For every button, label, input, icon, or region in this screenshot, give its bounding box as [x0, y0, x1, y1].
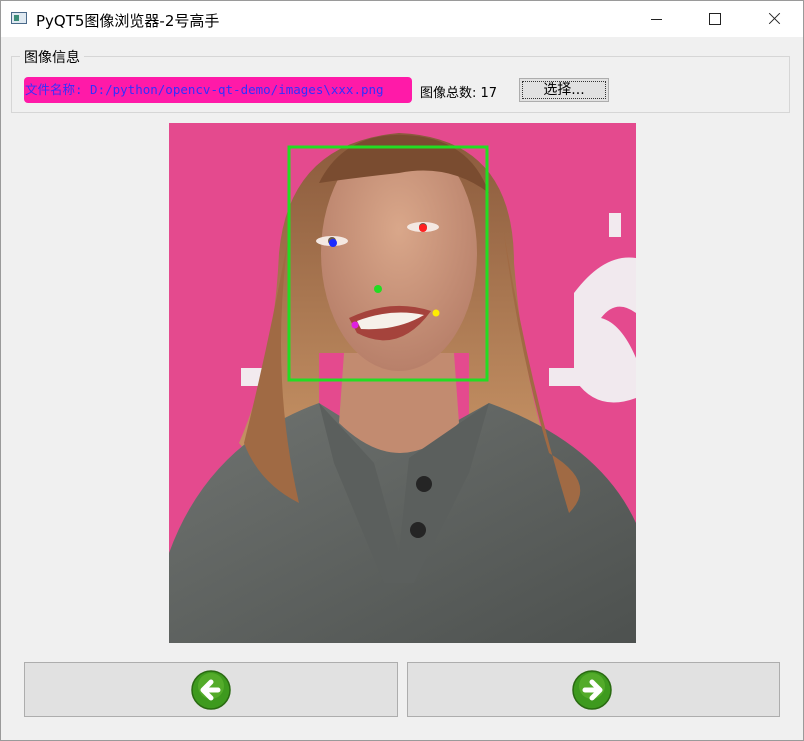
window-title: PyQT5图像浏览器-2号高手	[36, 12, 220, 30]
select-button[interactable]: 选择...	[519, 78, 609, 102]
landmark-nose	[374, 285, 382, 293]
title-bar[interactable]: PyQT5图像浏览器-2号高手	[1, 1, 803, 37]
image-count-label: 图像总数: 17	[420, 86, 498, 101]
arrow-right-icon	[572, 670, 612, 710]
file-name-label: 文件名称: D:/python/opencv-qt-demo/images\xx…	[24, 77, 412, 103]
app-window-icon	[11, 12, 27, 24]
portrait-photo	[169, 123, 636, 643]
image-display	[169, 123, 636, 643]
previous-image-button[interactable]	[24, 662, 398, 717]
minimize-icon[interactable]	[627, 1, 685, 37]
next-image-button[interactable]	[407, 662, 780, 717]
shirt-button	[416, 476, 432, 492]
landmark-right-eye	[329, 239, 337, 247]
shirt-button	[410, 522, 426, 538]
close-icon[interactable]	[745, 1, 803, 37]
landmark-mouth-left	[432, 309, 440, 317]
groupbox-title: 图像信息	[20, 47, 84, 67]
arrow-left-icon	[191, 670, 231, 710]
maximize-icon[interactable]	[686, 1, 744, 37]
landmark-mouth-right	[351, 321, 359, 329]
landmark-left-eye	[419, 224, 427, 232]
